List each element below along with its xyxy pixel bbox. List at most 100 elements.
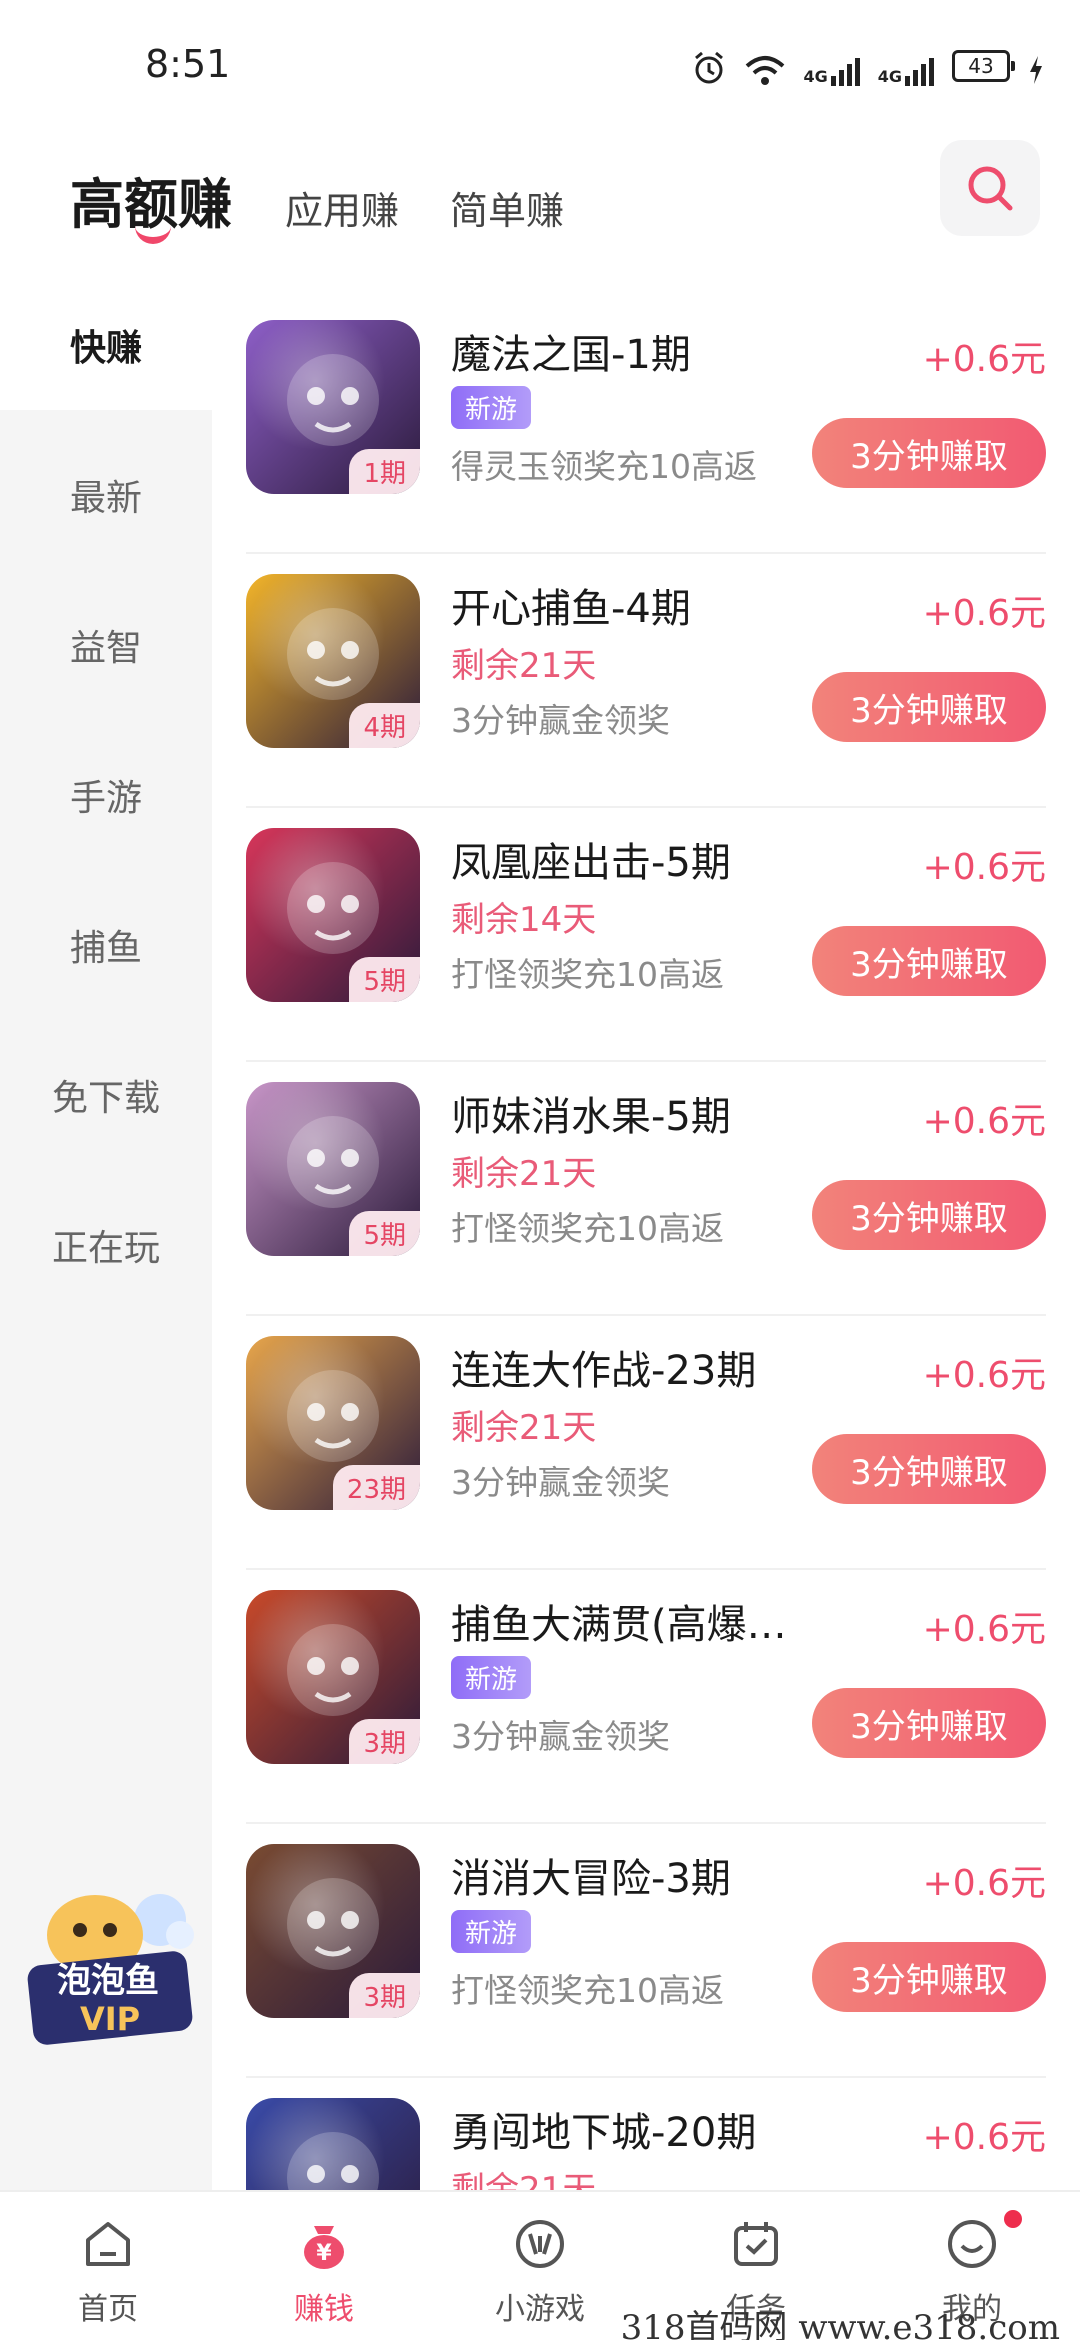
earn-button[interactable]: 3分钟赚取 <box>812 1688 1046 1758</box>
status-time: 8:51 <box>145 42 231 86</box>
game-description: 得灵玉领奖充10高返 <box>451 447 757 486</box>
status-icons: 4G 4G 43 <box>691 46 1044 86</box>
svg-text:泡泡鱼: 泡泡鱼 <box>57 1961 159 2001</box>
period-tag: 3期 <box>349 1719 420 1764</box>
tab-app-earning[interactable]: 应用赚 <box>285 180 399 235</box>
nav-label-earn: 赚钱 <box>294 2292 354 2327</box>
game-thumbnail[interactable]: 5期 <box>246 828 420 1002</box>
new-game-badge: 新游 <box>451 1910 532 1953</box>
game-description: 打怪领奖充10高返 <box>451 955 724 994</box>
reward-amount: +0.6元 <box>922 1863 1046 1904</box>
game-description: 3分钟赢金领奖 <box>451 701 670 740</box>
game-list-item[interactable]: 3期 消消大冒险-3期新游打怪领奖充10高返 +0.6元 3分钟赚取 <box>246 1824 1046 2078</box>
period-tag: 23期 <box>332 1465 420 1510</box>
game-title[interactable]: 魔法之国-1期 <box>451 322 691 380</box>
days-left-label: 剩余21天 <box>451 2170 597 2190</box>
nav-home[interactable]: 首页 <box>0 2192 216 2340</box>
earn-button[interactable]: 3分钟赚取 <box>812 926 1046 996</box>
reward-amount: +0.6元 <box>922 1355 1046 1396</box>
sidebar-item-no-download[interactable]: 免下载 <box>0 1030 212 1160</box>
earn-button[interactable]: 3分钟赚取 <box>812 1942 1046 2012</box>
notification-dot <box>1004 2210 1022 2228</box>
reward-amount: +0.6元 <box>922 1101 1046 1142</box>
sidebar-item-playing[interactable]: 正在玩 <box>0 1180 212 1310</box>
game-thumbnail[interactable]: 3期 <box>246 1844 420 2018</box>
game-description: 3分钟赢金领奖 <box>451 1463 670 1502</box>
profile-icon <box>948 2220 996 2268</box>
charging-icon <box>1028 46 1044 86</box>
sidebar-item-mobile-games[interactable]: 手游 <box>0 730 212 860</box>
game-list-item[interactable]: 4期 开心捕鱼-4期剩余21天 3分钟赢金领奖 +0.6元 3分钟赚取 <box>246 554 1046 808</box>
new-game-badge: 新游 <box>451 1656 532 1699</box>
search-button[interactable] <box>940 140 1040 236</box>
game-title[interactable]: 师妹消水果-5期 <box>451 1084 731 1142</box>
game-list-item[interactable]: 3期 捕鱼大满贯(高爆… 新游 3分钟赢金领奖 +0.6元 3分钟赚取 <box>246 1570 1046 1824</box>
signal-icon-1: 4G <box>803 46 860 86</box>
battery-indicator: 43 <box>952 50 1015 82</box>
reward-amount: +0.6元 <box>922 593 1046 634</box>
game-thumbnail[interactable]: 1期 <box>246 320 420 494</box>
days-left-label: 剩余21天 <box>451 1154 597 1194</box>
game-icon <box>516 2220 564 2268</box>
days-left-label: 剩余21天 <box>451 646 597 686</box>
money-bag-icon: ¥ <box>304 2226 344 2269</box>
sidebar-item-puzzle[interactable]: 益智 <box>0 580 212 710</box>
svg-text:¥: ¥ <box>316 2241 332 2266</box>
search-icon <box>968 166 1013 211</box>
sidebar-item-fishing[interactable]: 捕鱼 <box>0 880 212 1010</box>
game-list-item[interactable]: 5期 凤凰座出击-5期剩余14天打怪领奖充10高返 +0.6元 3分钟赚取 <box>246 808 1046 1062</box>
game-title[interactable]: 凤凰座出击-5期 <box>451 830 731 888</box>
game-title[interactable]: 勇闯地下城-20期 <box>451 2100 756 2158</box>
task-calendar-icon <box>734 2222 778 2266</box>
wifi-icon <box>745 46 785 86</box>
period-tag: 4期 <box>349 703 420 748</box>
period-tag: 1期 <box>349 449 420 494</box>
game-list-item[interactable]: 5期 师妹消水果-5期剩余21天打怪领奖充10高返 +0.6元 3分钟赚取 <box>246 1062 1046 1316</box>
status-bar: 8:51 4G 4G 43 <box>0 0 1080 130</box>
earn-button[interactable]: 3分钟赚取 <box>812 672 1046 742</box>
period-tag: 5期 <box>349 957 420 1002</box>
game-list-item[interactable]: 1期 魔法之国-1期新游得灵玉领奖充10高返 +0.6元 3分钟赚取 <box>246 300 1046 554</box>
reward-amount: +0.6元 <box>922 1609 1046 1650</box>
reward-amount: +0.6元 <box>922 2117 1046 2158</box>
game-list-item[interactable]: 23期 连连大作战-23期剩余21天 3分钟赢金领奖 +0.6元 3分钟赚取 <box>246 1316 1046 1570</box>
nav-earn[interactable]: ¥ 赚钱 <box>216 2192 432 2340</box>
game-title[interactable]: 开心捕鱼-4期 <box>451 576 691 634</box>
game-thumbnail[interactable]: 3期 <box>246 1590 420 1764</box>
days-left-label: 剩余21天 <box>451 1408 597 1448</box>
days-left-label: 剩余14天 <box>451 900 597 940</box>
game-title[interactable]: 消消大冒险-3期 <box>451 1846 731 1904</box>
game-description: 打怪领奖充10高返 <box>451 1971 724 2010</box>
svg-text:VIP: VIP <box>80 2000 140 2038</box>
game-list-item[interactable]: 勇闯地下城-20期剩余21天 +0.6元 <box>246 2078 1046 2190</box>
game-thumbnail[interactable]: 23期 <box>246 1336 420 1510</box>
nav-label-home: 首页 <box>78 2292 138 2327</box>
game-title[interactable]: 捕鱼大满贯(高爆… <box>451 1592 787 1650</box>
earn-button[interactable]: 3分钟赚取 <box>812 1434 1046 1504</box>
signal-icon-2: 4G <box>878 46 934 86</box>
period-tag: 5期 <box>349 1211 420 1256</box>
nav-mini-games[interactable]: 小游戏 <box>432 2192 648 2340</box>
watermark: 318首码网 www.e318.com <box>620 2308 1060 2340</box>
game-title[interactable]: 连连大作战-23期 <box>451 1338 756 1396</box>
sidebar-item-quick[interactable]: 快赚 <box>0 280 212 410</box>
game-thumbnail[interactable]: 5期 <box>246 1082 420 1256</box>
game-list: 1期 魔法之国-1期 新游 得灵玉领奖充10高返 +0.6元 3分钟赚取 4期 开心捕鱼-4期… <box>246 300 1046 2190</box>
game-thumbnail[interactable]: 4期 <box>246 574 420 748</box>
nav-label-mini-games: 小游戏 <box>495 2292 585 2327</box>
home-icon <box>86 2222 130 2266</box>
game-description: 打怪领奖充10高返 <box>451 1209 724 1248</box>
game-thumbnail[interactable] <box>246 2098 420 2190</box>
sidebar-item-newest[interactable]: 最新 <box>0 430 212 560</box>
earn-button[interactable]: 3分钟赚取 <box>812 418 1046 488</box>
game-description: 3分钟赢金领奖 <box>451 1717 670 1756</box>
game-art-icon <box>287 2132 379 2190</box>
new-game-badge: 新游 <box>451 386 532 429</box>
period-tag: 3期 <box>349 1973 420 2018</box>
tab-simple-earning[interactable]: 简单赚 <box>450 180 564 235</box>
reward-amount: +0.6元 <box>922 847 1046 888</box>
reward-amount: +0.6元 <box>922 339 1046 380</box>
alarm-icon <box>691 46 727 86</box>
vip-badge[interactable]: 泡泡鱼 VIP <box>10 1880 200 2050</box>
earn-button[interactable]: 3分钟赚取 <box>812 1180 1046 1250</box>
